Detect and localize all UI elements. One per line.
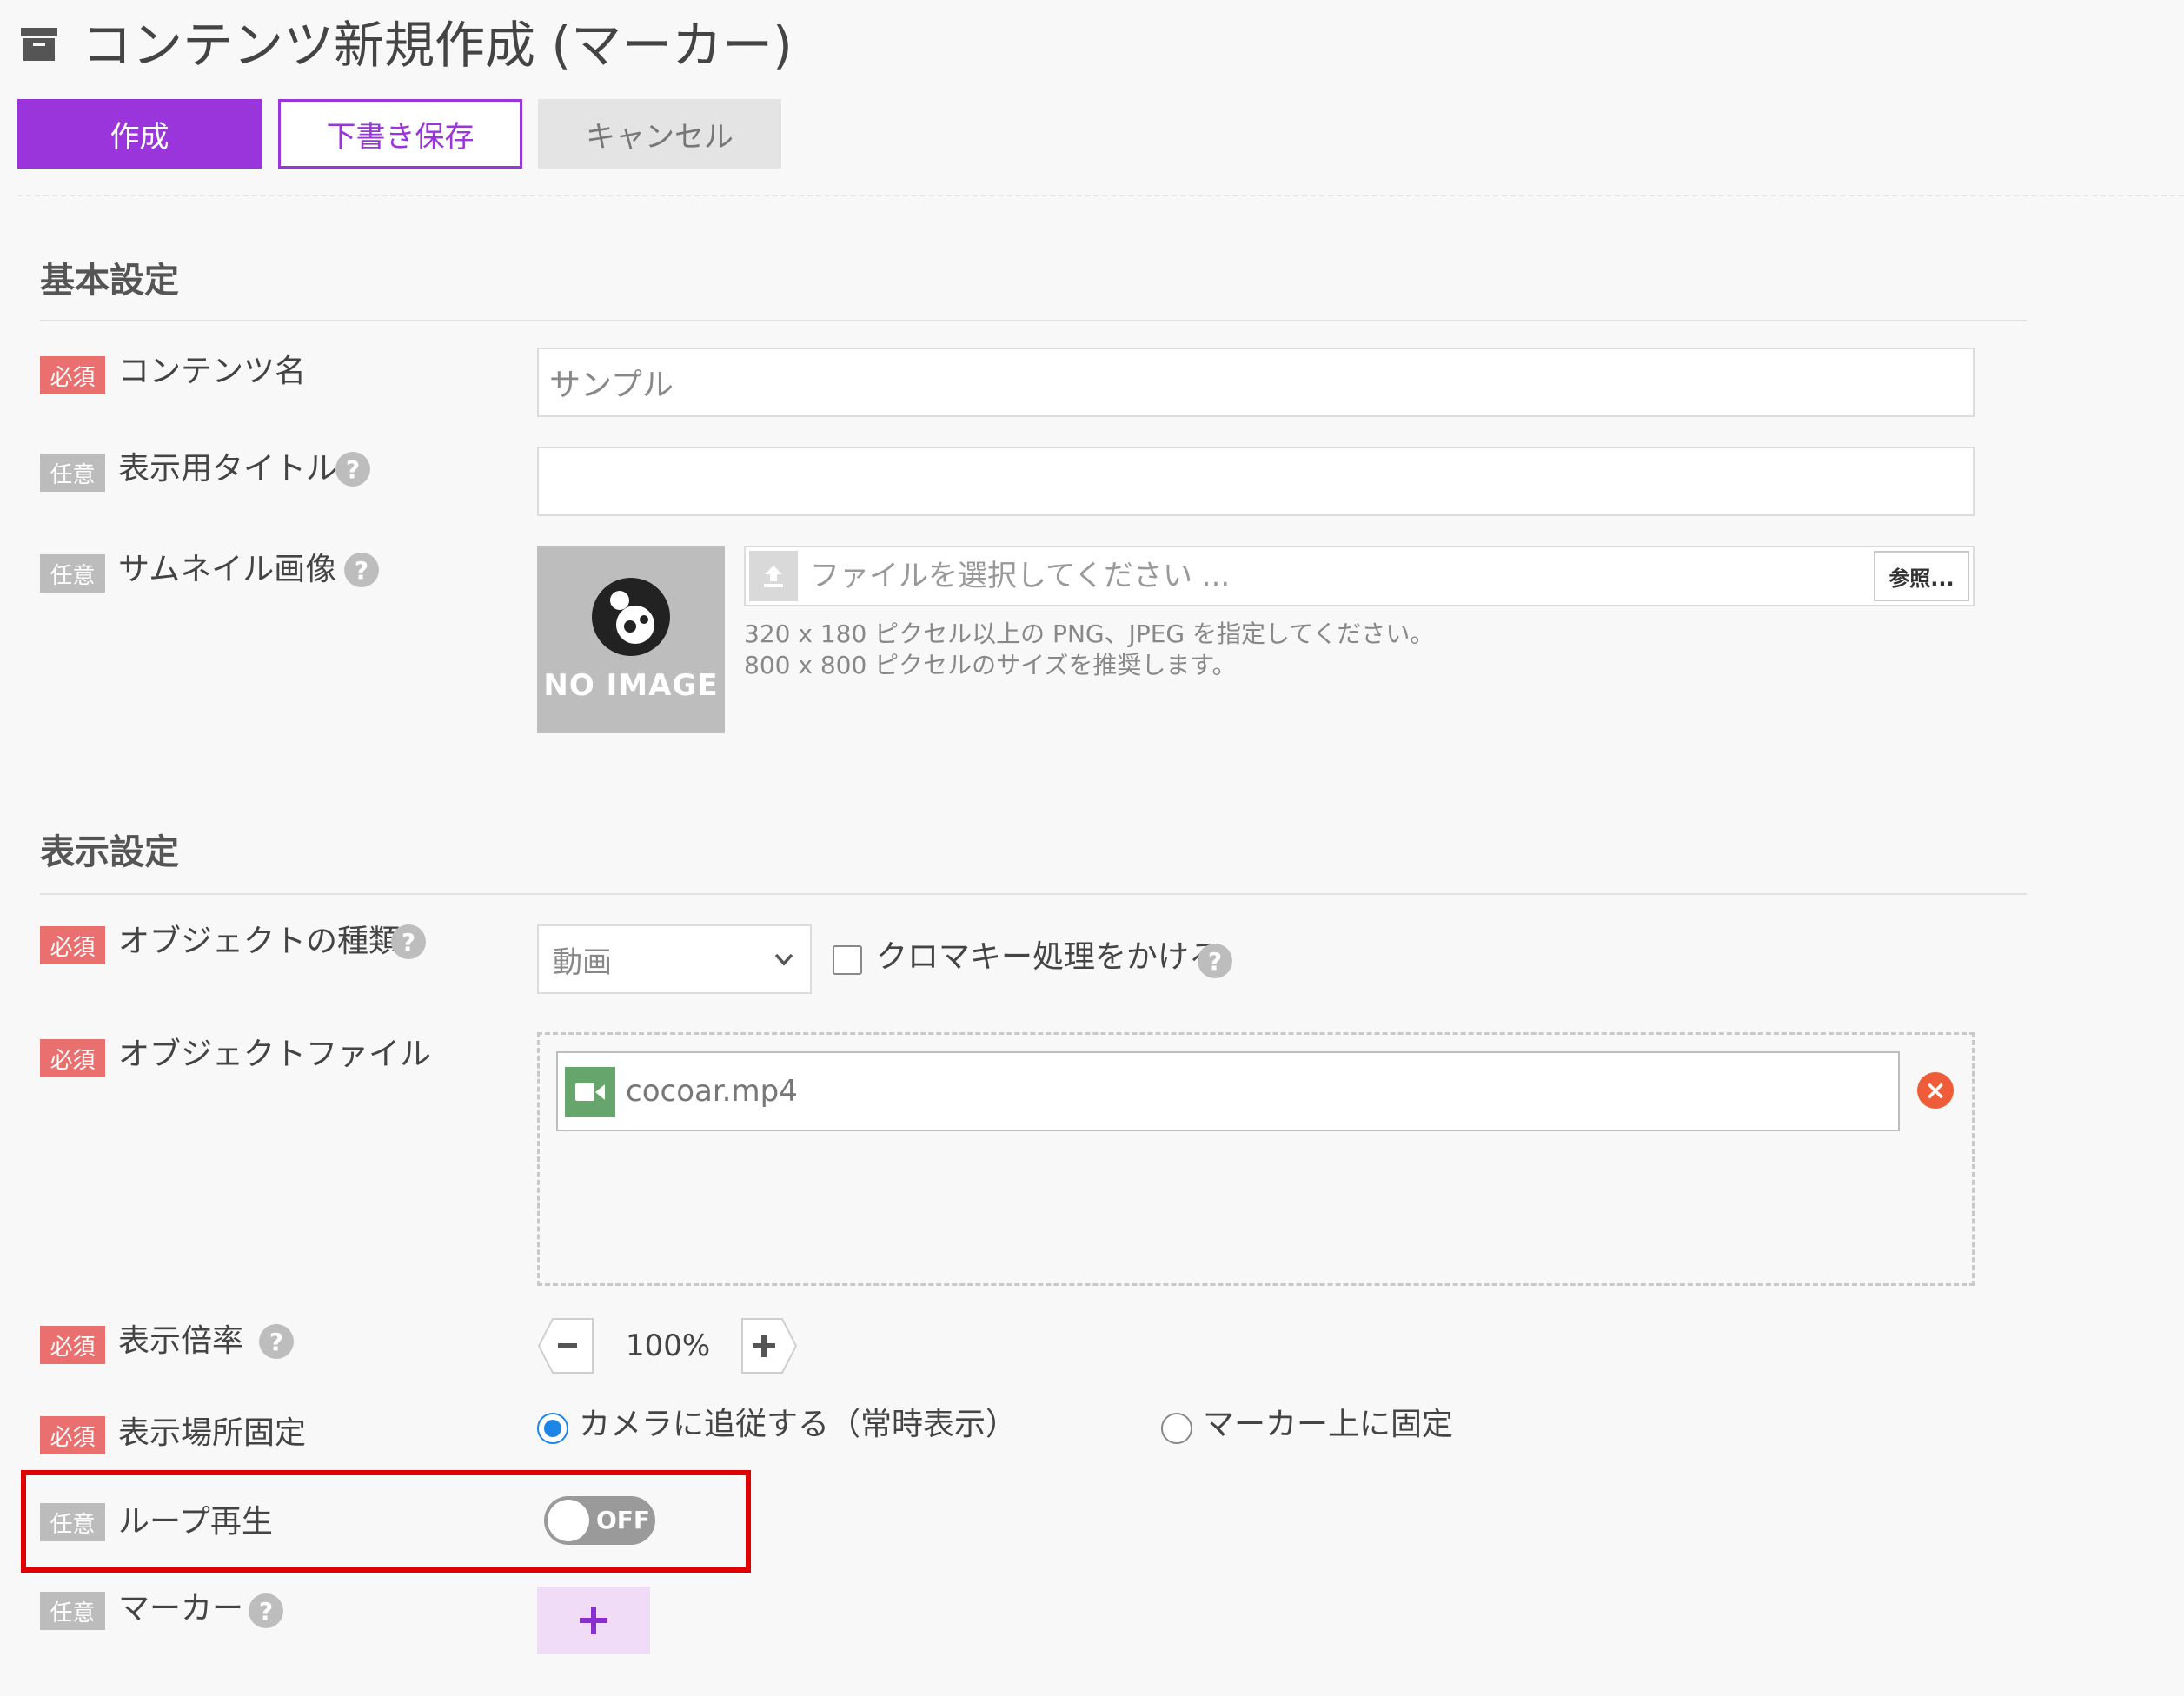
add-marker-button[interactable]	[537, 1587, 650, 1654]
page-title: コンテンツ新規作成 (マーカー)	[82, 16, 793, 75]
toggle-state-text: OFF	[595, 1506, 650, 1534]
scale-value: 100%	[626, 1328, 711, 1363]
loop-label: ループ再生	[118, 1504, 273, 1540]
optional-badge: 任意	[40, 1503, 105, 1541]
section-divider	[40, 893, 2027, 895]
required-badge: 必須	[40, 356, 105, 394]
content-name-input[interactable]: サンプル	[537, 348, 1975, 417]
header-divider	[17, 195, 2184, 196]
chevron-down-icon	[774, 953, 793, 966]
panda-icon	[592, 578, 670, 656]
archive-box-icon	[21, 28, 57, 61]
display-title-label: 表示用タイトル	[118, 451, 338, 487]
file-placeholder: ファイルを選択してください ...	[810, 559, 1231, 593]
help-icon[interactable]: ?	[259, 1324, 294, 1359]
required-badge: 必須	[40, 1039, 105, 1077]
thumbnail-hint: 320 x 180 ピクセル以上の PNG、JPEG を指定してください。	[744, 619, 1435, 648]
help-icon[interactable]: ?	[249, 1593, 283, 1628]
thumbnail-hint: 800 x 800 ピクセルのサイズを推奨します。	[744, 651, 1237, 679]
create-button[interactable]: 作成	[17, 99, 262, 169]
toggle-knob	[548, 1500, 589, 1541]
help-icon[interactable]: ?	[1198, 944, 1232, 978]
optional-badge: 任意	[40, 554, 105, 593]
help-icon[interactable]: ?	[335, 452, 370, 487]
required-badge: 必須	[40, 926, 105, 964]
radio-follow-camera-label: カメラに追従する（常時表示）	[579, 1407, 1018, 1442]
object-type-select[interactable]: 動画	[537, 924, 812, 994]
plus-icon	[580, 1607, 607, 1634]
object-file-name: cocoar.mp4	[626, 1074, 798, 1109]
decrease-scale-button[interactable]	[537, 1317, 594, 1375]
radio-fix-on-marker-label: マーカー上に固定	[1203, 1407, 1454, 1442]
radio-fix-on-marker[interactable]	[1161, 1413, 1192, 1444]
chroma-key-checkbox[interactable]	[833, 945, 862, 975]
thumbnail-label: サムネイル画像	[118, 552, 337, 587]
optional-badge: 任意	[40, 1592, 105, 1630]
cancel-button[interactable]: キャンセル	[538, 99, 781, 169]
save-draft-button[interactable]: 下書き保存	[278, 99, 522, 169]
content-name-label: コンテンツ名	[118, 354, 307, 389]
remove-file-icon[interactable]: ×	[1917, 1072, 1954, 1109]
help-icon[interactable]: ?	[391, 924, 426, 959]
marker-label: マーカー	[118, 1591, 244, 1626]
chroma-key-label: クロマキー処理をかける	[876, 939, 1221, 975]
required-badge: 必須	[40, 1416, 105, 1454]
loop-toggle[interactable]: OFF	[544, 1496, 655, 1545]
upload-icon	[749, 551, 798, 601]
section-title-basic: 基本設定	[40, 261, 179, 301]
thumbnail-placeholder: NO IMAGE	[537, 546, 725, 733]
optional-badge: 任意	[40, 454, 105, 492]
uploaded-file-row: cocoar.mp4	[556, 1051, 1900, 1131]
required-badge: 必須	[40, 1326, 105, 1364]
increase-scale-button[interactable]	[740, 1317, 798, 1375]
video-camera-icon	[565, 1067, 615, 1117]
radio-follow-camera[interactable]	[537, 1413, 568, 1444]
scale-label: 表示倍率	[118, 1323, 244, 1359]
object-file-label: オブジェクトファイル	[118, 1037, 432, 1072]
display-title-input[interactable]	[537, 447, 1975, 516]
thumbnail-file-input[interactable]: ファイルを選択してください ... 参照...	[744, 546, 1975, 606]
help-icon[interactable]: ?	[344, 553, 379, 587]
position-label: 表示場所固定	[118, 1415, 307, 1451]
object-type-selected: 動画	[553, 944, 612, 980]
section-divider	[40, 320, 2027, 321]
no-image-text: NO IMAGE	[543, 668, 719, 703]
section-title-display: 表示設定	[40, 832, 179, 872]
browse-button[interactable]: 参照...	[1874, 551, 1969, 601]
object-type-label: オブジェクトの種類	[118, 924, 401, 959]
